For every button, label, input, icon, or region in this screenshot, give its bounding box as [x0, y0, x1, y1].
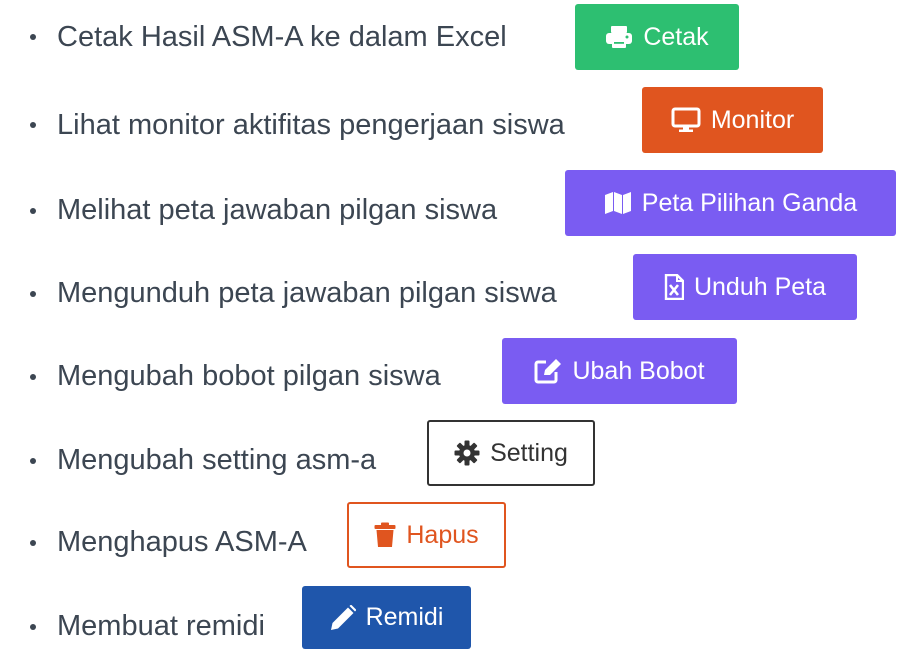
trash-icon [374, 522, 396, 547]
monitor-button[interactable]: Monitor [642, 87, 823, 153]
bullet [30, 122, 36, 128]
remidi-button[interactable]: Remidi [302, 586, 471, 649]
bullet [30, 540, 36, 546]
bullet [30, 458, 36, 464]
desktop-icon [671, 107, 701, 132]
bullet [30, 291, 36, 297]
edit-icon [534, 359, 562, 384]
item-text: Mengunduh peta jawaban pilgan siswa [57, 277, 557, 309]
bullet [30, 624, 36, 630]
bullet [30, 34, 36, 40]
map-icon [604, 192, 631, 214]
item-text: Melihat peta jawaban pilgan siswa [57, 194, 498, 226]
item-text: Mengubah setting asm-a [57, 444, 377, 476]
item-text: Cetak Hasil ASM-A ke dalam Excel [57, 21, 507, 53]
bullet [30, 208, 36, 214]
button-label: Cetak [643, 22, 709, 51]
item-text: Lihat monitor aktifitas pengerjaan siswa [57, 109, 565, 141]
item-text: Mengubah bobot pilgan siswa [57, 360, 441, 392]
button-label: Ubah Bobot [572, 356, 705, 385]
bullet [30, 374, 36, 380]
button-label: Remidi [365, 603, 444, 631]
cetak-button[interactable]: Cetak [575, 4, 739, 70]
button-label: Setting [490, 438, 568, 467]
print-icon [606, 26, 633, 48]
button-label: Peta Pilihan Ganda [641, 188, 858, 217]
setting-button[interactable]: Setting [427, 420, 595, 486]
button-label: Unduh Peta [693, 272, 827, 301]
button-label: Hapus [406, 520, 479, 549]
gear-icon [454, 440, 480, 466]
pencil-icon [330, 604, 356, 630]
item-text: Menghapus ASM-A [57, 526, 307, 558]
peta-pilihan-ganda-button[interactable]: Peta Pilihan Ganda [565, 170, 896, 236]
unduh-peta-button[interactable]: Unduh Peta [633, 254, 857, 320]
ubah-bobot-button[interactable]: Ubah Bobot [502, 338, 737, 404]
file-excel-icon [664, 274, 684, 300]
hapus-button[interactable]: Hapus [347, 502, 506, 568]
button-label: Monitor [710, 105, 795, 134]
item-text: Membuat remidi [57, 610, 265, 642]
